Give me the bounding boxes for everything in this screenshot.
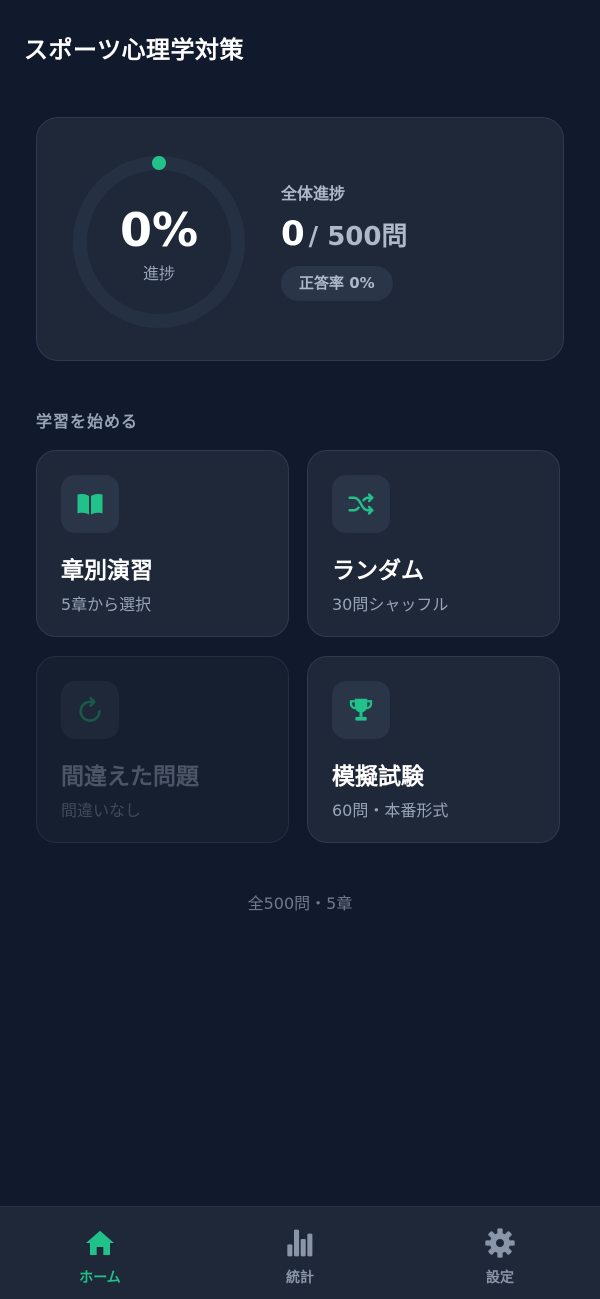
shuffle-icon <box>332 475 390 533</box>
nav-stats-label: 統計 <box>286 1270 314 1286</box>
section-title: 学習を始める <box>36 412 139 431</box>
progress-percent-label: 進捗 <box>142 264 175 283</box>
chapter-practice-subtitle: 5章から選択 <box>61 595 152 614</box>
mock-exam-subtitle: 60問・本番形式 <box>332 801 449 820</box>
app-title: スポーツ心理学対策 <box>24 36 245 64</box>
stats-icon <box>284 1227 316 1259</box>
nav-settings-label: 設定 <box>486 1270 514 1286</box>
progress-card: 0% 進捗 全体進捗 0/ 500問 正答率 0% <box>36 117 564 361</box>
nav-home[interactable]: ホーム <box>0 1207 200 1299</box>
trophy-icon <box>332 681 390 739</box>
app-root: スポーツ心理学対策 0% 進捗 全体進捗 0/ 500問 正答率 0% 学習を始… <box>0 0 600 1299</box>
total-count: / 500問 <box>308 222 408 252</box>
progress-percent: 0% <box>119 203 199 257</box>
book-icon <box>61 475 119 533</box>
bottom-navigation: ホーム 統計 設定 <box>0 1206 600 1299</box>
random-title: ランダム <box>332 558 424 584</box>
retry-icon <box>61 681 119 739</box>
nav-settings[interactable]: 設定 <box>400 1207 600 1299</box>
accuracy-badge: 正答率 0% <box>281 266 393 301</box>
total-summary: 全500問・5章 <box>247 894 353 913</box>
wrong-answers-title: 間違えた問題 <box>61 764 199 790</box>
mock-exam-title: 模擬試験 <box>332 764 424 790</box>
random-card[interactable]: ランダム 30問シャッフル <box>307 450 560 637</box>
mock-exam-card[interactable]: 模擬試験 60問・本番形式 <box>307 656 560 843</box>
wrong-answers-subtitle: 間違いなし <box>61 801 142 820</box>
progress-ring: 0% 進捗 <box>71 154 247 330</box>
nav-home-label: ホーム <box>79 1270 121 1286</box>
wrong-answers-card: 間違えた問題 間違いなし <box>36 656 289 843</box>
chapter-practice-title: 章別演習 <box>61 558 153 584</box>
chapter-practice-card[interactable]: 章別演習 5章から選択 <box>36 450 289 637</box>
nav-stats[interactable]: 統計 <box>200 1207 400 1299</box>
random-subtitle: 30問シャッフル <box>332 595 449 614</box>
gear-icon <box>484 1227 516 1259</box>
answered-count: 0 <box>281 214 305 254</box>
home-icon <box>84 1227 116 1259</box>
overall-progress-label: 全体進捗 <box>281 184 346 203</box>
question-count: 0/ 500問 <box>281 214 408 254</box>
